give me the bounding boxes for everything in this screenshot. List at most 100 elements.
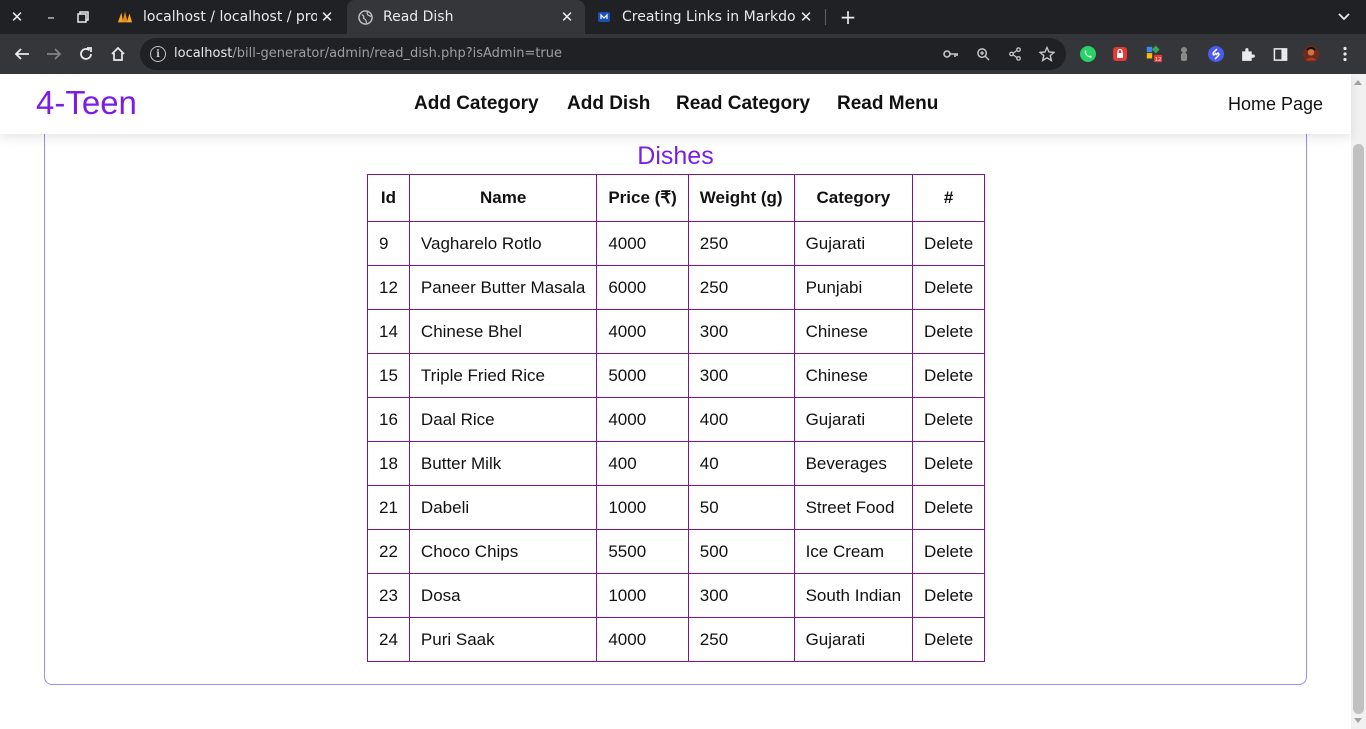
nav-read-category[interactable]: Read Category: [676, 93, 810, 115]
whatsapp-icon[interactable]: [1079, 45, 1097, 63]
browser-menu-icon[interactable]: [1336, 45, 1354, 63]
delete-link[interactable]: Delete: [912, 353, 986, 398]
cell-category: Chinese: [793, 309, 914, 354]
address-bar[interactable]: i localhost/bill-generator/admin/read_di…: [140, 38, 1066, 70]
tab-close-icon[interactable]: ✕: [317, 8, 337, 26]
cell-category: Gujarati: [793, 221, 914, 266]
cell-category: South Indian: [793, 573, 914, 618]
globe-icon: [357, 9, 373, 25]
delete-link[interactable]: Delete: [912, 397, 986, 442]
cell-id: 24: [367, 617, 410, 662]
cell-price: 4000: [596, 309, 689, 354]
cell-weight: 40: [687, 441, 795, 486]
cell-id: 21: [367, 485, 410, 530]
cell-weight: 250: [687, 265, 795, 310]
scroll-up-arrow-icon[interactable]: [1354, 80, 1362, 85]
share-icon[interactable]: [1006, 45, 1024, 63]
tab-close-icon[interactable]: ✕: [557, 8, 577, 26]
window-restore-icon[interactable]: [71, 5, 95, 29]
site-info-icon[interactable]: i: [150, 46, 166, 62]
cell-name: Vagharelo Rotlo: [408, 221, 598, 266]
brand-logo[interactable]: 4-Teen: [36, 84, 137, 122]
cell-weight: 300: [687, 309, 795, 354]
delete-link[interactable]: Delete: [912, 221, 986, 266]
table-row: 22 Choco Chips 5500 500 Ice Cream Delete: [367, 529, 986, 574]
tab-search-chevron-down-icon[interactable]: [1332, 5, 1356, 29]
cell-category: Punjabi: [793, 265, 914, 310]
column-header-action: #: [912, 174, 986, 222]
extension-badge-icon[interactable]: 12: [1145, 45, 1163, 63]
scroll-down-arrow-icon[interactable]: [1354, 718, 1362, 723]
cell-weight: 300: [687, 353, 795, 398]
profile-avatar[interactable]: [1302, 45, 1320, 63]
page-viewport: 4-Teen Add Category Add Dish Read Catego…: [0, 74, 1366, 729]
cell-id: 14: [367, 309, 410, 354]
window-minimize-icon[interactable]: –: [39, 5, 63, 29]
reload-icon[interactable]: [74, 42, 98, 66]
cell-name: Daal Rice: [408, 397, 598, 442]
cell-category: Street Food: [793, 485, 914, 530]
cell-id: 16: [367, 397, 410, 442]
column-header-weight: Weight (g): [687, 174, 795, 222]
page-scrollbar[interactable]: [1351, 74, 1366, 729]
markdown-icon: [596, 9, 612, 25]
shazam-icon[interactable]: [1207, 45, 1225, 63]
grey-extension-icon[interactable]: [1175, 45, 1193, 63]
delete-link[interactable]: Delete: [912, 441, 986, 486]
tab-phpmyadmin[interactable]: localhost / localhost / proje ✕: [107, 0, 345, 34]
phpmyadmin-icon: [117, 9, 133, 25]
cell-price: 1000: [596, 485, 689, 530]
cell-name: Butter Milk: [408, 441, 598, 486]
cell-id: 15: [367, 353, 410, 398]
tab-markdown[interactable]: Creating Links in Markdown ✕: [586, 0, 824, 34]
table-row: 12 Paneer Butter Masala 6000 250 Punjabi…: [367, 265, 986, 310]
table-row: 15 Triple Fried Rice 5000 300 Chinese De…: [367, 353, 986, 398]
forward-arrow-icon[interactable]: [42, 42, 66, 66]
bookmark-star-icon[interactable]: [1038, 45, 1056, 63]
back-arrow-icon[interactable]: [10, 42, 34, 66]
nav-add-category[interactable]: Add Category: [414, 93, 539, 115]
key-icon[interactable]: [942, 45, 960, 63]
cell-id: 22: [367, 529, 410, 574]
tab-title: Creating Links in Markdown: [622, 9, 796, 25]
cell-weight: 250: [687, 617, 795, 662]
address-url[interactable]: localhost/bill-generator/admin/read_dish…: [174, 46, 562, 61]
cell-price: 4000: [596, 221, 689, 266]
tab-title: localhost / localhost / proje: [143, 9, 317, 25]
cell-id: 18: [367, 441, 410, 486]
cell-weight: 500: [687, 529, 795, 574]
cell-category: Chinese: [793, 353, 914, 398]
new-tab-icon[interactable]: +: [836, 5, 860, 29]
delete-link[interactable]: Delete: [912, 265, 986, 310]
delete-link[interactable]: Delete: [912, 529, 986, 574]
cell-name: Paneer Butter Masala: [408, 265, 598, 310]
puzzle-extensions-icon[interactable]: [1239, 45, 1257, 63]
cell-name: Chinese Bhel: [408, 309, 598, 354]
column-header-price: Price (₹): [596, 174, 689, 222]
delete-link[interactable]: Delete: [912, 485, 986, 530]
tab-read-dish[interactable]: Read Dish ✕: [347, 0, 585, 34]
cell-name: Choco Chips: [408, 529, 598, 574]
tab-close-icon[interactable]: ✕: [796, 8, 816, 26]
nav-read-menu[interactable]: Read Menu: [837, 93, 938, 115]
zoom-icon[interactable]: [974, 45, 992, 63]
delete-link[interactable]: Delete: [912, 617, 986, 662]
delete-link[interactable]: Delete: [912, 309, 986, 354]
table-row: 18 Butter Milk 400 40 Beverages Delete: [367, 441, 986, 486]
home-icon[interactable]: [106, 42, 130, 66]
window-close-icon[interactable]: ✕: [5, 5, 29, 29]
cell-price: 6000: [596, 265, 689, 310]
nav-home-page[interactable]: Home Page: [1228, 94, 1323, 115]
site-navbar: 4-Teen Add Category Add Dish Read Catego…: [0, 74, 1351, 134]
cell-category: Beverages: [793, 441, 914, 486]
nav-add-dish[interactable]: Add Dish: [567, 93, 650, 115]
lock-extension-icon[interactable]: [1111, 45, 1129, 63]
cell-category: Ice Cream: [793, 529, 914, 574]
side-panel-icon[interactable]: [1271, 45, 1289, 63]
table-row: 16 Daal Rice 4000 400 Gujarati Delete: [367, 397, 986, 442]
cell-id: 12: [367, 265, 410, 310]
cell-price: 1000: [596, 573, 689, 618]
delete-link[interactable]: Delete: [912, 573, 986, 618]
scrollbar-thumb[interactable]: [1353, 144, 1364, 714]
cell-price: 5000: [596, 353, 689, 398]
